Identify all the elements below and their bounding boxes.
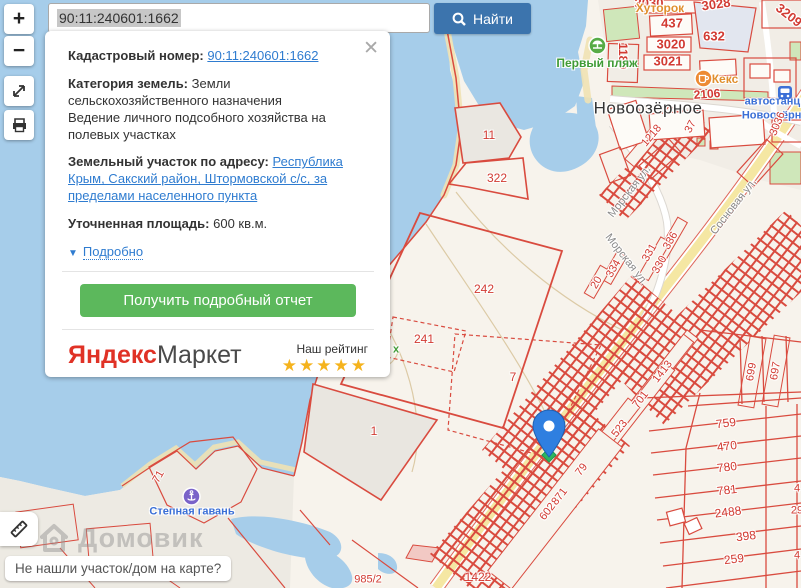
- map-viewport[interactable]: 3030 3028 3209 Хуторок 437 632 3020 3021 1189 Пер…: [0, 0, 801, 588]
- bus-station-icon: [777, 85, 793, 100]
- search-button[interactable]: Найти: [434, 3, 531, 34]
- zoom-out-button[interactable]: −: [4, 36, 34, 66]
- search-icon: [452, 12, 466, 26]
- zoom-in-glyph: +: [12, 7, 26, 30]
- measure-tool-button[interactable]: [0, 512, 38, 546]
- get-report-button[interactable]: Получить подробный отчет: [80, 284, 356, 318]
- cafe-icon: [694, 69, 713, 88]
- rating-block: Наш рейтинг ★★★★★: [282, 342, 368, 376]
- area-row: Уточненная площадь: 600 кв.м.: [68, 216, 368, 233]
- logo-part-yandex: Яндекс: [68, 341, 157, 370]
- address-row: Земельный участок по адресу: Республика …: [68, 154, 368, 205]
- search-input[interactable]: 90:11:240601:1662: [48, 3, 430, 33]
- search-input-value: 90:11:240601:1662: [57, 9, 181, 27]
- close-icon[interactable]: ✕: [363, 39, 379, 58]
- cadastral-number-label: Кадастровый номер:: [68, 48, 204, 63]
- cadastral-number-link[interactable]: 90:11:240601:1662: [207, 48, 318, 63]
- parcel-info-panel: ✕ Кадастровый номер: 90:11:240601:1662 К…: [45, 31, 390, 377]
- land-usage-value: Ведение личного подсобного хозяйства на …: [68, 109, 326, 142]
- area-value: 600 кв.м.: [213, 216, 268, 232]
- fullscreen-button[interactable]: [4, 76, 34, 106]
- printer-icon: [12, 118, 26, 133]
- print-button[interactable]: [4, 110, 34, 140]
- rating-stars: ★★★★★: [281, 356, 368, 376]
- zoom-out-glyph: −: [12, 39, 26, 62]
- land-category-row: Категория земель: Земли сельскохозяйстве…: [68, 76, 368, 144]
- beach-icon: [588, 36, 607, 55]
- not-found-prompt-label: Не нашли участок/дом на карте?: [15, 561, 222, 576]
- details-toggle[interactable]: ▼ Подробно: [68, 244, 368, 261]
- yandex-market-logo: ЯндексМаркет: [68, 341, 242, 370]
- cadastral-number-row: Кадастровый номер: 90:11:240601:1662: [68, 48, 368, 65]
- search-button-label: Найти: [473, 10, 513, 27]
- panel-footer: ЯндексМаркет Наш рейтинг ★★★★★: [68, 341, 368, 376]
- divider: [62, 271, 374, 273]
- expand-arrows-icon: [13, 85, 25, 97]
- logo-part-market: Маркет: [156, 341, 242, 370]
- not-found-prompt[interactable]: Не нашли участок/дом на карте?: [5, 556, 232, 581]
- harbor-anchor-icon: [182, 487, 201, 506]
- zoom-in-button[interactable]: +: [4, 4, 34, 34]
- details-toggle-label: Подробно: [82, 244, 144, 261]
- address-label: Земельный участок по адресу:: [68, 154, 269, 170]
- area-label: Уточненная площадь:: [68, 216, 210, 232]
- rating-caption: Наш рейтинг: [296, 342, 368, 357]
- land-category-label: Категория земель:: [68, 75, 189, 91]
- caret-down-icon: ▼: [68, 248, 78, 260]
- ruler-icon: [10, 520, 28, 538]
- divider: [62, 329, 374, 331]
